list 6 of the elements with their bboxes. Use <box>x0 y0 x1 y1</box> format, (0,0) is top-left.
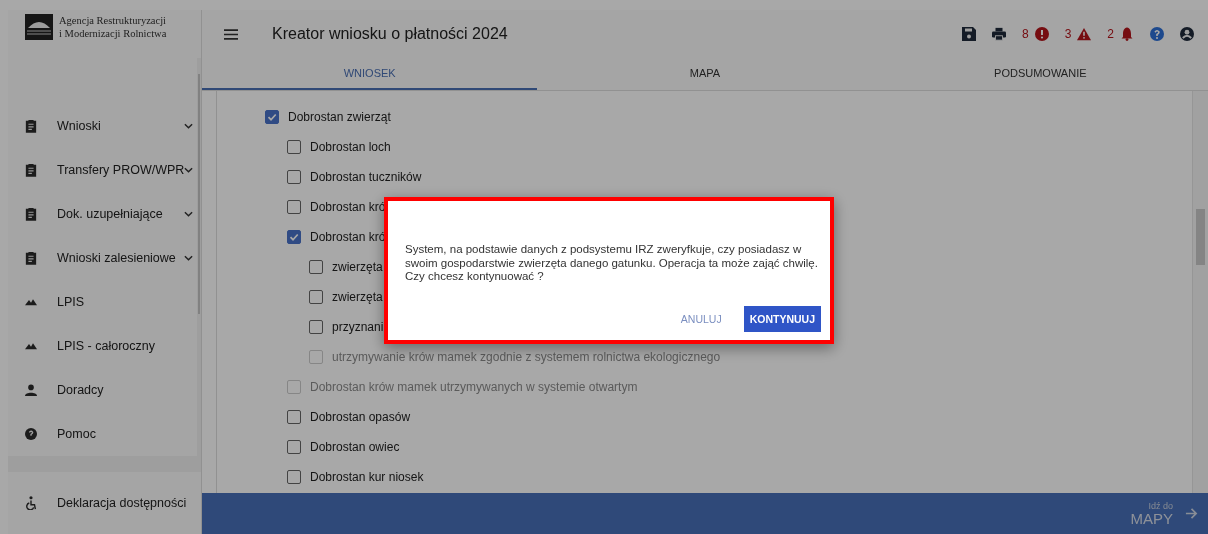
agency-name: i Modernizacji Rolnictwa <box>59 27 167 40</box>
agency-name: Agencja Restrukturyzacji <box>59 14 167 27</box>
checkbox-item: Dobrostan krów mamek utrzymywanych w systemie otwartym <box>287 372 1192 402</box>
checkbox-item: utrzymywanie krów mamek zgodnie z systemem rolnictwa ekologicznego <box>309 342 1192 372</box>
dialog-message: System, na podstawie danych z podsystemu IRZ zweryfkuje, czy posiadasz w swoim gospodarstwie zwierzęta danego gatunku. Operacja ta może zająć chwilę. Czy chcesz kontynuować ? <box>405 243 819 284</box>
page-title: Kreator wniosku o płatności 2024 <box>272 25 508 43</box>
